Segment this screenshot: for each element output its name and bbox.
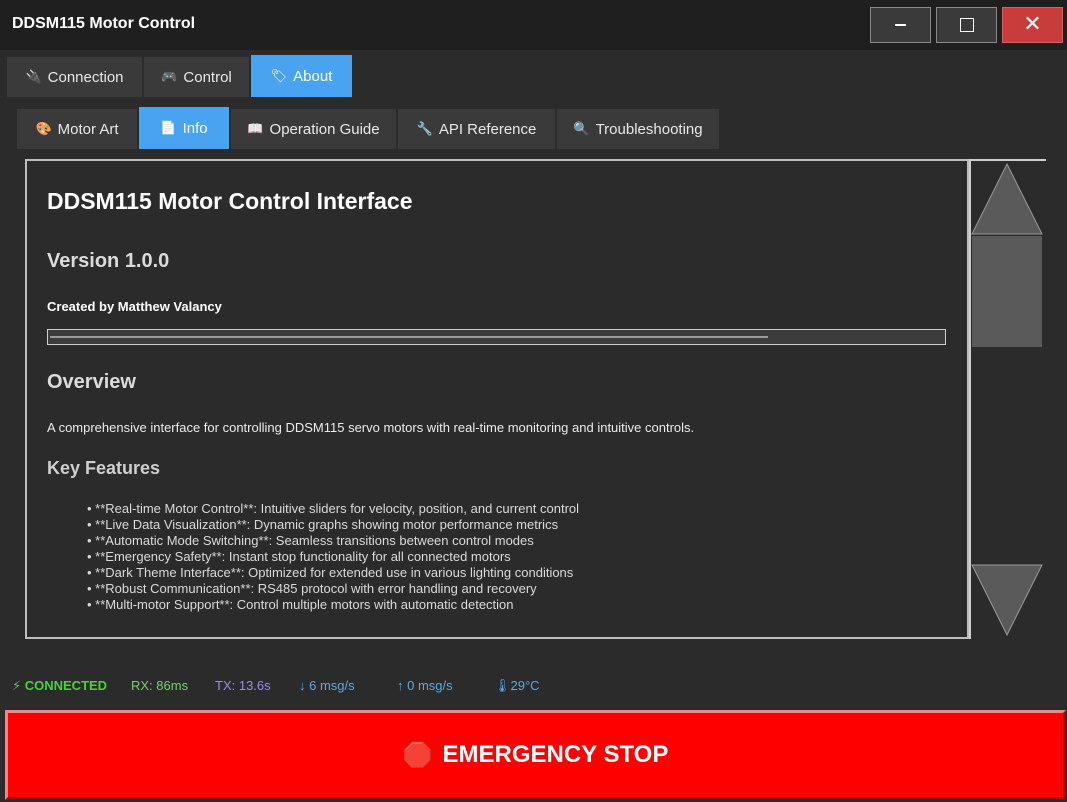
list-item: • **Real-time Motor Control**: Intuitive… (87, 501, 580, 516)
scroll-down-arrow-icon[interactable] (970, 563, 1044, 637)
info-content-panel: DDSM115 Motor Control Interface Version … (25, 159, 969, 639)
tab-info[interactable]: 📄 Info (139, 107, 229, 149)
tab-troubleshooting[interactable]: 🔍 Troubleshooting (557, 109, 719, 149)
overview-text: A comprehensive interface for controllin… (47, 420, 695, 435)
list-item: • **Automatic Mode Switching**: Seamless… (87, 533, 534, 548)
document-icon: 📄 (160, 120, 177, 136)
book-icon: 📖 (247, 121, 264, 137)
tab-label: Info (182, 119, 208, 137)
tab-label: Troubleshooting (595, 120, 703, 138)
tab-api-reference[interactable]: 🔧 API Reference (398, 109, 555, 149)
features-list: • **Real-time Motor Control**: Intuitive… (87, 501, 579, 613)
tx-latency: TX: 13.6s (215, 678, 271, 693)
list-item: • **Multi-motor Support**: Control multi… (87, 597, 514, 612)
list-item: • **Emergency Safety**: Instant stop fun… (87, 549, 511, 564)
rule-line (50, 336, 768, 338)
tab-label: About (293, 67, 333, 85)
close-button[interactable]: ✕ (1002, 7, 1063, 43)
page-title: DDSM115 Motor Control Interface (47, 188, 413, 214)
temperature-value: 29°C (510, 678, 540, 693)
palette-icon: 🎨 (35, 121, 52, 137)
overview-heading: Overview (47, 371, 136, 393)
thermometer-icon: 🌡 (494, 678, 511, 693)
gamepad-icon: 🎮 (161, 69, 178, 85)
temperature-readout: 🌡29°C (494, 678, 540, 694)
list-item: • **Robust Communication**: RS485 protoc… (87, 581, 537, 596)
plug-icon: 🔌 (25, 69, 42, 85)
stop-sign-icon: 🛑 (402, 741, 433, 769)
horizontal-rule (47, 329, 946, 345)
version-heading: Version 1.0.0 (47, 250, 170, 272)
tab-control[interactable]: 🎮 Control (144, 57, 249, 97)
connection-status: ⚡ CONNECTED (12, 678, 108, 693)
maximize-button[interactable] (936, 7, 997, 43)
scrollbar-thumb[interactable] (972, 236, 1042, 347)
close-icon: ✕ (1023, 12, 1042, 37)
title-bar: DDSM115 Motor Control ✕ (0, 0, 1067, 50)
maximize-icon (959, 18, 974, 32)
emergency-stop-button[interactable]: 🛑 EMERGENCY STOP (5, 710, 1066, 800)
list-item: • **Live Data Visualization**: Dynamic g… (87, 517, 559, 532)
tab-motor-art[interactable]: 🎨 Motor Art (17, 109, 137, 149)
author-credit: Created by Matthew Valancy (47, 299, 222, 314)
tx-rate: ↑ 0 msg/s (397, 678, 453, 693)
tab-operation-guide[interactable]: 📖 Operation Guide (231, 109, 396, 149)
rx-rate: ↓ 6 msg/s (299, 678, 355, 693)
list-item: • **Dark Theme Interface**: Optimized fo… (87, 565, 574, 580)
tab-label: API Reference (438, 120, 537, 138)
tab-label: Motor Art (57, 120, 119, 138)
features-heading: Key Features (47, 458, 161, 478)
scrollbar-border (969, 159, 1046, 161)
tab-label: Connection (47, 68, 124, 86)
minimize-button[interactable] (870, 7, 931, 43)
tab-about[interactable]: 🏷 About (251, 55, 352, 97)
minimize-icon (895, 24, 906, 26)
wrench-icon: 🔧 (416, 121, 433, 137)
tab-label: Operation Guide (269, 120, 380, 138)
tag-icon: 🏷 (270, 68, 288, 84)
tab-label: Control (183, 68, 232, 86)
magnifier-icon: 🔍 (573, 121, 590, 137)
app-title: DDSM115 Motor Control (12, 15, 196, 32)
emergency-stop-label: EMERGENCY STOP (442, 741, 669, 768)
tab-connection[interactable]: 🔌 Connection (7, 57, 142, 97)
rx-latency: RX: 86ms (131, 678, 189, 693)
scroll-up-arrow-icon[interactable] (970, 162, 1044, 236)
